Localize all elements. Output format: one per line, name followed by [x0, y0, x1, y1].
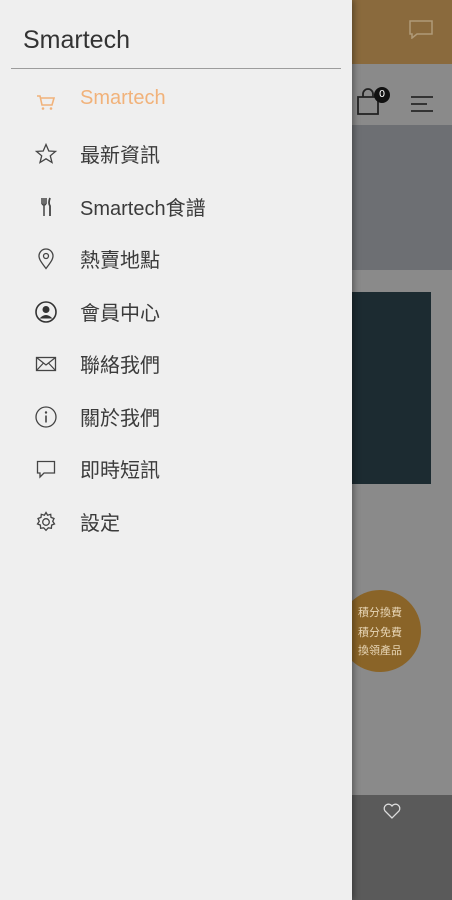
- nav-item-smartech[interactable]: Smartech: [0, 76, 352, 128]
- heart-icon[interactable]: [383, 803, 401, 819]
- nav-item-about-us[interactable]: 關於我們: [0, 391, 352, 443]
- nav-item-label: 關於我們: [80, 408, 160, 430]
- nav-item-settings[interactable]: 設定: [0, 496, 352, 548]
- nav-item-label: Smartech: [80, 87, 166, 109]
- product-image-3[interactable]: [352, 795, 452, 900]
- envelope-icon: [34, 352, 58, 376]
- nav-item-locations[interactable]: 熱賣地點: [0, 233, 352, 285]
- nav-item-member-center[interactable]: 會員中心: [0, 286, 352, 338]
- nav-item-label: 最新資訊: [80, 145, 160, 167]
- nav-item-label: 熱賣地點: [80, 250, 160, 272]
- cutlery-icon: [34, 195, 58, 219]
- location-pin-icon: [34, 247, 58, 271]
- navigation-drawer: Smartech Smartech 最新資訊 Smartech食譜 熱賣地點 會…: [0, 0, 352, 900]
- nav-item-label: 會員中心: [80, 303, 160, 325]
- nav-item-label: 即時短訊: [80, 460, 160, 482]
- hamburger-menu-icon[interactable]: [410, 94, 434, 114]
- cart-icon: [34, 90, 58, 114]
- cart-count-badge: 0: [374, 87, 390, 103]
- user-circle-icon: [34, 300, 58, 324]
- nav-item-label: Smartech食譜: [80, 198, 206, 220]
- product-image-vacuum[interactable]: [352, 125, 452, 270]
- nav-item-label: 聯絡我們: [80, 355, 160, 377]
- gear-icon: [34, 510, 58, 534]
- nav-item-contact-us[interactable]: 聯絡我們: [0, 338, 352, 390]
- chat-icon[interactable]: [408, 19, 434, 39]
- nav-item-news[interactable]: 最新資訊: [0, 128, 352, 180]
- nav-item-recipes[interactable]: Smartech食譜: [0, 181, 352, 233]
- drawer-divider: [11, 68, 341, 69]
- drawer-title: Smartech: [23, 26, 130, 54]
- star-icon: [34, 142, 58, 166]
- nav-item-label: 設定: [80, 513, 120, 535]
- nav-item-instant-messages[interactable]: 即時短訊: [0, 443, 352, 495]
- product-image-banner[interactable]: [352, 292, 431, 484]
- info-icon: [34, 405, 58, 429]
- chat-bubble-icon: [34, 457, 58, 481]
